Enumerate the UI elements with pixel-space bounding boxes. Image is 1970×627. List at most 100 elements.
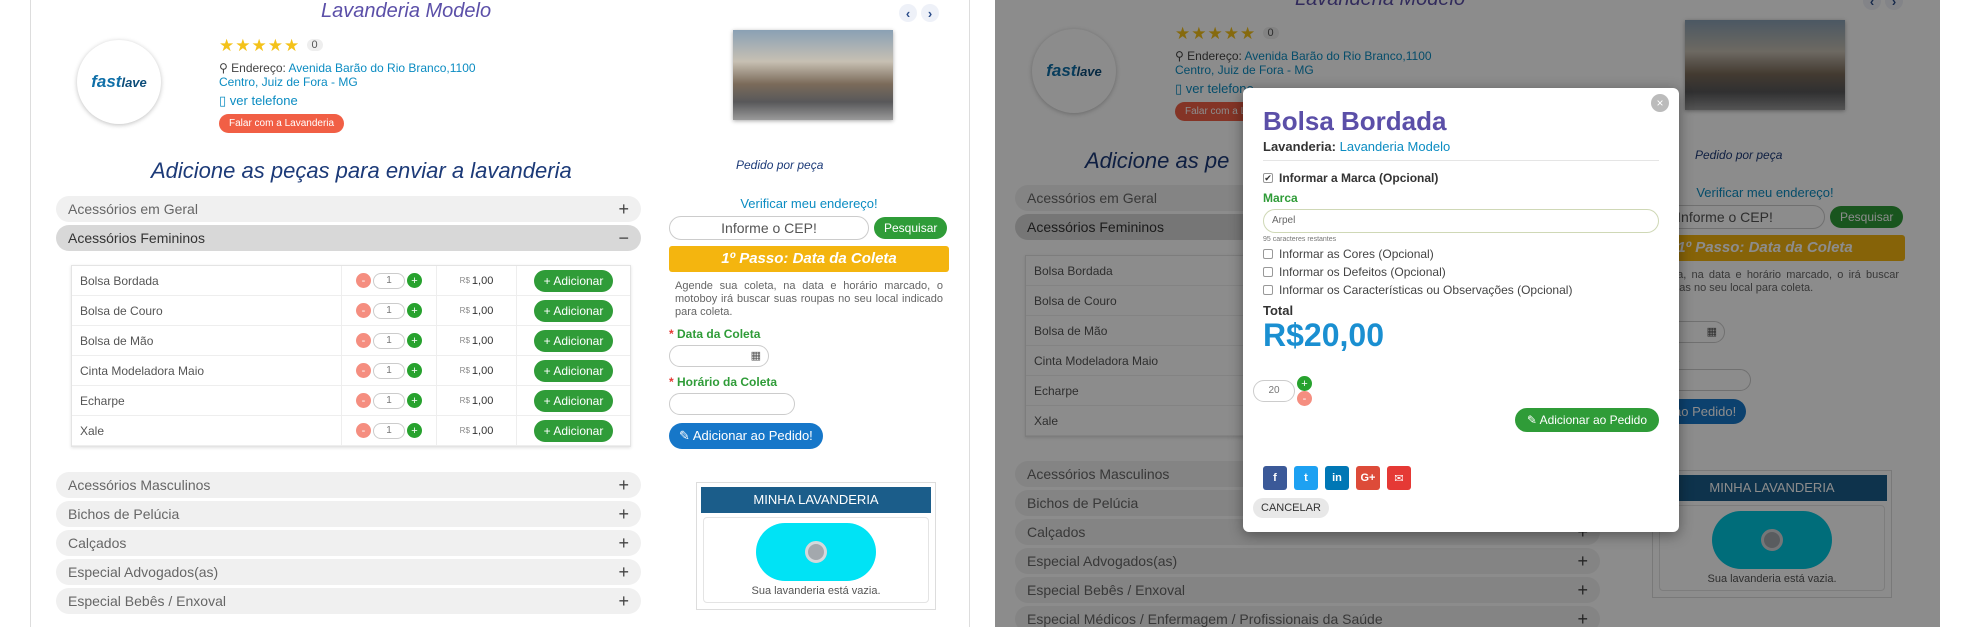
qty-input[interactable]: 1 [373, 362, 405, 379]
add-label: Adicionar [553, 423, 604, 438]
expand-icon[interactable]: + [618, 504, 629, 525]
minus-icon[interactable]: - [1297, 391, 1312, 406]
notes-checkbox-row[interactable]: Informar os Características ou Observaçõ… [1263, 283, 1659, 297]
left-page: Lavanderia Modelo ‹ › fast lave ★★★★★ 0 ⚲… [30, 0, 970, 627]
rating-count: 0 [306, 39, 323, 51]
address-line2[interactable]: Centro, Juiz de Fora - MG [219, 75, 358, 89]
category-item[interactable]: Especial Bebês / Enxoval + [56, 588, 641, 614]
prev-arrow-icon[interactable]: ‹ [899, 4, 917, 22]
date-field[interactable]: ▦ [669, 345, 769, 367]
collapse-icon[interactable]: − [618, 228, 629, 249]
checkbox-checked-icon[interactable]: ✔ [1263, 173, 1273, 183]
phone-link[interactable]: ver telefone [230, 93, 298, 108]
talk-to-laundry-button[interactable]: Falar com a Lavanderia [219, 114, 345, 133]
address-line1[interactable]: Avenida Barão do Rio Branco,1100 [289, 61, 476, 75]
qty-input[interactable]: 1 [373, 332, 405, 349]
category-item[interactable]: Calçados + [56, 530, 641, 556]
currency: R$ [459, 366, 470, 375]
expand-icon[interactable]: + [618, 591, 629, 612]
add-item-button[interactable]: + Adicionar [533, 419, 614, 442]
item-price: R$ 1,00 [437, 356, 517, 385]
my-laundry-box: MINHA LAVANDERIA Sua lavanderia está vaz… [696, 482, 936, 610]
minus-icon[interactable]: - [356, 303, 371, 318]
expand-icon[interactable]: + [618, 475, 629, 496]
laundry-logo: fast lave [77, 40, 161, 124]
laundry-link[interactable]: Lavanderia Modelo [1340, 139, 1451, 154]
minus-icon[interactable]: - [356, 363, 371, 378]
table-row: Bolsa de Couro - 1 + R$ 1,00 + Adicionar [72, 296, 630, 326]
time-field[interactable] [669, 393, 795, 415]
search-button[interactable]: Pesquisar [874, 217, 948, 239]
close-icon[interactable]: × [1651, 94, 1669, 112]
category-label: Bichos de Pelúcia [68, 506, 180, 522]
plus-icon[interactable]: + [407, 303, 422, 318]
expand-icon[interactable]: + [618, 533, 629, 554]
item-name: Cinta Modeladora Maio [72, 356, 342, 385]
rating-stars[interactable]: ★★★★★ [219, 36, 300, 55]
minus-icon[interactable]: - [356, 393, 371, 408]
plus-icon[interactable]: + [407, 423, 422, 438]
minus-icon[interactable]: - [356, 273, 371, 288]
category-item[interactable]: Bichos de Pelúcia + [56, 501, 641, 527]
qty-input[interactable]: 1 [373, 272, 405, 289]
facebook-icon[interactable]: f [1263, 466, 1287, 490]
plus-icon[interactable]: + [1297, 376, 1312, 391]
category-label: Acessórios em Geral [68, 201, 198, 217]
shop-info: ★★★★★ 0 ⚲ Endereço: Avenida Barão do Rio… [219, 36, 476, 133]
linkedin-icon[interactable]: in [1325, 466, 1349, 490]
expand-icon[interactable]: + [618, 562, 629, 583]
qty-input[interactable]: 1 [373, 392, 405, 409]
edit-icon: ✎ [1526, 413, 1537, 427]
category-item[interactable]: Acessórios Masculinos + [56, 472, 641, 498]
next-arrow-icon[interactable]: › [921, 4, 939, 22]
add-item-button[interactable]: + Adicionar [533, 299, 614, 322]
total-label: Total [1263, 303, 1294, 318]
minus-icon[interactable]: - [356, 423, 371, 438]
googleplus-icon[interactable]: G+ [1356, 466, 1380, 490]
plus-icon[interactable]: + [407, 363, 422, 378]
price-value: 1,00 [471, 274, 494, 287]
category-acessorios-femininos[interactable]: Acessórios Femininos − [56, 225, 641, 251]
add-to-order-button[interactable]: ✎ Adicionar ao Pedido! [669, 423, 823, 449]
date-label-text: Data da Coleta [677, 327, 761, 341]
empty-message: Sua lavanderia está vazia. [751, 585, 881, 597]
modal-add-button[interactable]: ✎ Adicionar ao Pedido [1514, 408, 1659, 432]
qty-input[interactable]: 1 [373, 422, 405, 439]
calendar-icon[interactable]: ▦ [751, 349, 761, 362]
cep-input[interactable]: Informe o CEP! [669, 216, 869, 240]
add-item-button[interactable]: + Adicionar [533, 359, 614, 382]
checkbox-icon[interactable] [1263, 267, 1273, 277]
plus-icon[interactable]: + [407, 273, 422, 288]
qty-input[interactable]: 20 [1253, 380, 1295, 402]
chars-remaining: 95 caracteres restantes [1263, 236, 1337, 243]
table-row: Bolsa Bordada - 1 + R$ 1,00 + Adicionar [72, 266, 630, 296]
pin-icon: ⚲ [219, 61, 228, 75]
add-item-button[interactable]: + Adicionar [533, 329, 614, 352]
defects-checkbox-row[interactable]: Informar os Defeitos (Opcional) [1263, 265, 1659, 279]
expand-icon[interactable]: + [618, 199, 629, 220]
plus-icon[interactable]: + [407, 393, 422, 408]
modal-title: Bolsa Bordada [1263, 106, 1447, 136]
email-icon[interactable]: ✉ [1387, 466, 1411, 490]
checkbox-icon[interactable] [1263, 285, 1273, 295]
brand-input[interactable]: Arpel [1263, 209, 1659, 233]
verify-address-link[interactable]: Verificar meu endereço! [669, 196, 949, 211]
brand-checkbox-row[interactable]: ✔ Informar a Marca (Opcional) [1263, 171, 1659, 185]
table-row: Echarpe - 1 + R$ 1,00 + Adicionar [72, 386, 630, 416]
phone-icon: ▯ [219, 93, 227, 108]
category-item[interactable]: Especial Advogados(as) + [56, 559, 641, 585]
add-item-button[interactable]: + Adicionar [533, 269, 614, 292]
category-label: Especial Bebês / Enxoval [68, 593, 226, 609]
minus-icon[interactable]: - [356, 333, 371, 348]
category-acessorios-geral[interactable]: Acessórios em Geral + [56, 196, 641, 222]
colors-checkbox-label: Informar as Cores (Opcional) [1279, 247, 1434, 261]
twitter-icon[interactable]: t [1294, 466, 1318, 490]
price-value: 1,00 [471, 424, 494, 437]
add-item-button[interactable]: + Adicionar [533, 389, 614, 412]
plus-icon[interactable]: + [407, 333, 422, 348]
qty-input[interactable]: 1 [373, 302, 405, 319]
colors-checkbox-row[interactable]: Informar as Cores (Opcional) [1263, 247, 1659, 261]
checkbox-icon[interactable] [1263, 249, 1273, 259]
item-price: R$ 1,00 [437, 266, 517, 295]
cancel-button[interactable]: CANCELAR [1253, 498, 1329, 518]
